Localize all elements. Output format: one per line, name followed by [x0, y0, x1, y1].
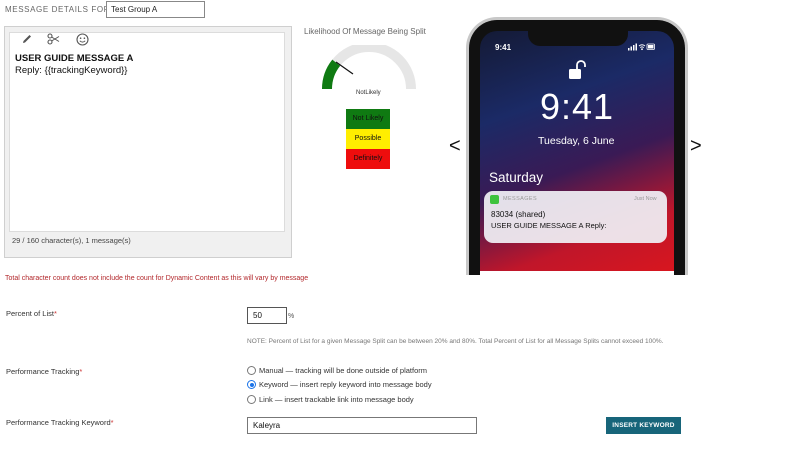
day-label: Saturday	[489, 170, 544, 185]
phone-notch	[528, 28, 628, 46]
dynamic-content-note: Total character count does not include t…	[5, 275, 309, 282]
tracking-option-label: Manual — tracking will be done outside o…	[259, 366, 428, 375]
unlocked-padlock-icon	[568, 60, 586, 87]
tracking-option-keyword[interactable]: Keyword — insert reply keyword into mess…	[247, 380, 432, 389]
percent-sign: %	[288, 313, 295, 320]
performance-tracking-label: Performance Tracking*	[6, 367, 83, 376]
insert-keyword-button[interactable]: INSERT KEYWORD	[606, 417, 681, 434]
status-bar-icons	[628, 43, 656, 53]
split-likelihood-gauge	[322, 45, 416, 90]
message-body[interactable]: USER GUIDE MESSAGE A Reply: {{trackingKe…	[15, 53, 133, 77]
radio-keyword[interactable]	[247, 380, 256, 389]
group-name-field[interactable]: Test Group A	[106, 1, 205, 18]
tracking-keyword-input[interactable]: Kaleyra	[247, 417, 477, 434]
legend-possible: Possible	[346, 129, 390, 149]
radio-link[interactable]	[247, 395, 256, 404]
status-bar-time: 9:41	[495, 43, 512, 52]
lock-screen-time: 9:41	[540, 86, 615, 127]
tracking-keyword-label: Performance Tracking Keyword*	[6, 418, 114, 427]
previous-preview-button[interactable]: <	[449, 136, 461, 156]
legend-not-likely: Not Likely	[346, 109, 390, 129]
tracking-option-label: Link — insert trackable link into messag…	[259, 395, 414, 404]
radio-manual[interactable]	[247, 366, 256, 375]
next-preview-button[interactable]: >	[690, 136, 702, 156]
tracking-option-label: Keyword — insert reply keyword into mess…	[259, 380, 432, 389]
notification-body: USER GUIDE MESSAGE A Reply:	[491, 221, 607, 230]
legend-definitely: Definitely	[346, 149, 390, 169]
message-details-label: MESSAGE DETAILS FOR	[5, 5, 111, 14]
notification-sender: 83034 (shared)	[491, 210, 546, 219]
scissors-icon[interactable]	[47, 33, 60, 49]
notification-time: Just Now	[634, 196, 657, 202]
gauge-title: Likelihood Of Message Being Split	[304, 27, 426, 36]
percent-of-list-input[interactable]: 50	[247, 307, 287, 324]
messages-app-icon	[490, 195, 499, 204]
gauge-value-label: NotLikely	[356, 90, 381, 96]
pencil-icon[interactable]	[21, 33, 33, 49]
character-count: 29 / 160 character(s), 1 message(s)	[12, 236, 131, 245]
smiley-icon[interactable]	[76, 33, 89, 50]
tracking-option-manual[interactable]: Manual — tracking will be done outside o…	[247, 366, 427, 375]
percent-of-list-note: NOTE: Percent of List for a given Messag…	[247, 338, 664, 345]
lock-screen-date: Tuesday, 6 June	[538, 135, 615, 147]
notification-app-name: MESSAGES	[503, 196, 538, 202]
message-line-2: Reply: {{trackingKeyword}}	[15, 65, 128, 76]
percent-of-list-label: Percent of List*	[6, 309, 57, 318]
tracking-option-link[interactable]: Link — insert trackable link into messag…	[247, 395, 414, 404]
message-line-1: USER GUIDE MESSAGE A	[15, 53, 134, 64]
